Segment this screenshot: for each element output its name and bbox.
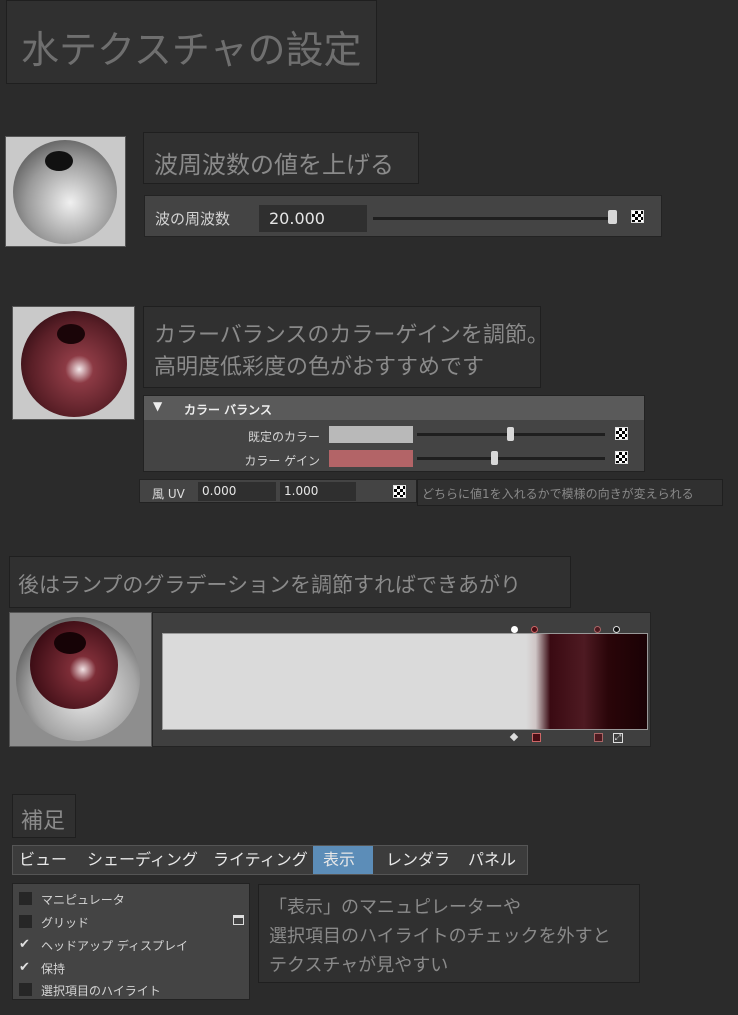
color-gain-map-button[interactable] <box>615 451 628 464</box>
ramp-marker-top-1[interactable] <box>511 626 518 633</box>
menu-view[interactable]: ビュー <box>19 846 67 874</box>
menu-renderer[interactable]: レンダラ <box>386 846 450 874</box>
ramp-note: 後はランプのグラデーションを調節すればできあがり <box>9 556 571 608</box>
hold-label: 保持 <box>41 962 66 976</box>
wave-frequency-slider-track[interactable] <box>373 217 617 220</box>
uv-v-value: 1.000 <box>284 484 319 498</box>
color-gain-swatch[interactable] <box>329 450 413 467</box>
manipulators-checkbox[interactable] <box>19 892 32 905</box>
show-item-hold[interactable]: ✔ 保持 <box>13 958 249 978</box>
wave-frequency-value: 20.000 <box>269 209 325 228</box>
ramp-panel: ⤢ <box>152 612 651 747</box>
ramp-handle-bottom-2[interactable] <box>532 733 541 742</box>
color-gain-slider-track[interactable] <box>417 457 605 460</box>
ramp-note-text: 後はランプのグラデーションを調節すればできあがり <box>18 573 521 597</box>
hud-check-icon[interactable]: ✔ <box>19 938 30 951</box>
ramp-handle-bottom-3[interactable] <box>594 733 603 742</box>
color-balance-panel: ▼ カラー バランス 既定のカラー カラー ゲイン <box>143 395 645 472</box>
default-color-swatch[interactable] <box>329 426 413 443</box>
display-tip-line2: 選択項目のハイライトのチェックを外すと <box>269 926 611 947</box>
ramp-delete-icon[interactable]: ⤢ <box>613 733 623 743</box>
red-sphere-image <box>21 311 127 417</box>
option-box-icon[interactable] <box>233 915 244 925</box>
ramp-marker-top-4[interactable] <box>613 626 620 633</box>
display-tip-line1: 「表示」のマニュピレーターや <box>269 897 521 918</box>
menu-shading[interactable]: シェーディング <box>87 846 198 874</box>
uv-note-text: どちらに値1を入れるかで模様の向きが変えられる <box>422 487 694 501</box>
wave-frequency-slider-handle[interactable] <box>608 210 617 224</box>
hold-check-icon[interactable]: ✔ <box>19 961 30 974</box>
selection-highlight-checkbox[interactable] <box>19 983 32 996</box>
menu-lighting[interactable]: ライティング <box>213 846 308 874</box>
colorbalance-preview-thumbnail <box>12 306 135 420</box>
display-tip-line3: テクスチャが見やすい <box>269 955 449 976</box>
wave-note: 波周波数の値を上げる <box>143 132 419 184</box>
show-item-hud[interactable]: ✔ ヘッドアップ ディスプレイ <box>13 935 249 955</box>
uv-label: 風 UV <box>152 487 185 501</box>
default-color-label: 既定のカラー <box>247 430 320 444</box>
manipulators-label: マニピュレータ <box>41 893 125 907</box>
supplement-note-text: 補足 <box>21 809 66 834</box>
show-item-grid[interactable]: グリッド <box>13 912 249 932</box>
viewport-menu-bar: ビュー シェーディング ライティング 表示 レンダラ パネル <box>12 845 528 875</box>
grid-checkbox[interactable] <box>19 915 32 928</box>
wave-preview-thumbnail <box>5 136 126 247</box>
menu-panels[interactable]: パネル <box>468 846 516 874</box>
page-title-box: 水テクスチャの設定 <box>6 0 377 84</box>
wave-note-text: 波周波数の値を上げる <box>154 151 394 179</box>
ramp-marker-top-3[interactable] <box>594 626 601 633</box>
ramp-marker-top-2[interactable] <box>531 626 538 633</box>
color-gain-slider-handle[interactable] <box>491 451 498 465</box>
wave-frequency-label: 波の周波数 <box>155 210 231 228</box>
menu-show[interactable]: 表示 <box>323 846 355 874</box>
color-balance-header[interactable]: ▼ カラー バランス <box>144 396 644 420</box>
hud-label: ヘッドアップ ディスプレイ <box>41 939 188 953</box>
uv-note: どちらに値1を入れるかで模様の向きが変えられる <box>417 479 723 506</box>
colorbalance-note-line2: 高明度低彩度の色がおすすめです <box>154 355 485 380</box>
default-color-map-button[interactable] <box>615 427 628 440</box>
page-title: 水テクスチャの設定 <box>21 28 362 72</box>
wave-frequency-input[interactable]: 20.000 <box>259 205 367 232</box>
collapse-triangle-icon[interactable]: ▼ <box>153 399 162 413</box>
wave-frequency-row: 波の周波数 20.000 <box>144 195 662 237</box>
colorbalance-note: カラーバランスのカラーゲインを調節。 高明度低彩度の色がおすすめです <box>143 306 549 388</box>
grid-label: グリッド <box>41 916 90 930</box>
show-item-selection-highlight[interactable]: 選択項目のハイライト <box>13 980 249 1000</box>
display-tip-note: 「表示」のマニュピレーターや 選択項目のハイライトのチェックを外すと テクスチャ… <box>258 884 640 983</box>
color-gain-label: カラー ゲイン <box>244 454 320 468</box>
selection-highlight-label: 選択項目のハイライト <box>41 984 161 998</box>
uv-map-button[interactable] <box>393 485 406 498</box>
uv-u-input[interactable]: 0.000 <box>198 482 276 501</box>
colorbalance-note-line1: カラーバランスのカラーゲインを調節。 <box>154 323 549 348</box>
show-item-manipulators[interactable]: マニピュレータ <box>13 889 249 909</box>
show-menu-dropdown: マニピュレータ グリッド ✔ ヘッドアップ ディスプレイ ✔ 保持 選択項目のハ… <box>12 883 250 1000</box>
color-balance-title: カラー バランス <box>184 403 272 417</box>
eyeball-sphere-image <box>16 617 140 741</box>
uv-v-input[interactable]: 1.000 <box>280 482 356 501</box>
supplement-note: 補足 <box>12 794 76 838</box>
uv-row: 風 UV 0.000 1.000 <box>139 479 417 503</box>
wave-frequency-map-button[interactable] <box>631 210 644 223</box>
uv-u-value: 0.000 <box>202 484 237 498</box>
white-sphere-image <box>13 140 117 244</box>
ramp-preview-thumbnail <box>9 612 152 747</box>
default-color-slider-handle[interactable] <box>507 427 514 441</box>
ramp-handle-bottom-1[interactable] <box>509 732 519 742</box>
ramp-gradient[interactable] <box>162 633 648 730</box>
